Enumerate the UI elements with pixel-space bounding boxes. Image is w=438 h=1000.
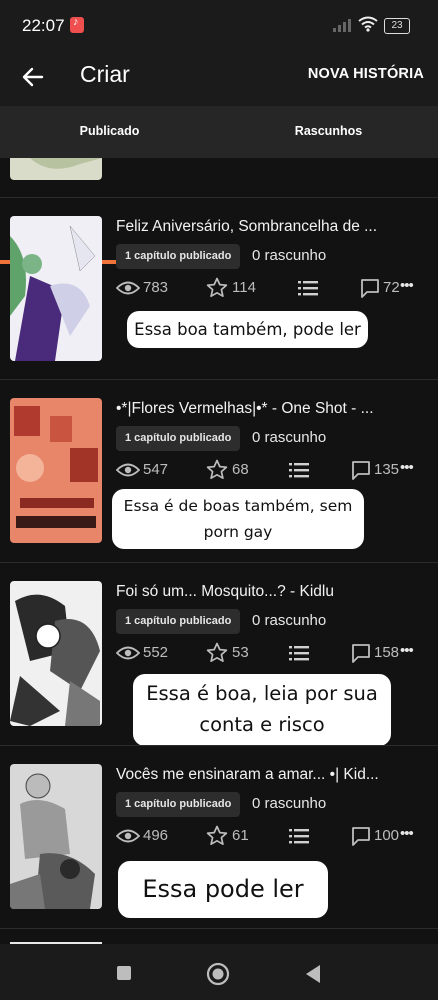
star-count: 61	[232, 827, 249, 844]
divider	[0, 928, 438, 929]
view-count: 496	[143, 827, 169, 844]
list-icon[interactable]	[298, 280, 318, 296]
star-count: 114	[232, 279, 256, 296]
nav-square-icon[interactable]	[116, 965, 132, 981]
list-icon[interactable]	[289, 645, 309, 661]
divider	[0, 562, 438, 563]
page-title: Criar	[80, 61, 130, 87]
comment-icon	[352, 461, 370, 480]
divider	[0, 379, 438, 380]
divider	[0, 197, 438, 198]
comment-count: 72	[383, 279, 400, 296]
more-icon[interactable]: •••	[400, 459, 414, 476]
draft-count: 0 rascunho	[252, 795, 327, 812]
eye-icon	[116, 646, 140, 660]
story-title[interactable]: Feliz Aniversário, Sombrancelha de ...	[116, 218, 401, 236]
published-badge: 1 capítulo publicado	[116, 792, 241, 817]
list-icon[interactable]	[289, 462, 309, 478]
comment-count: 158	[374, 644, 400, 661]
comment-icon	[361, 279, 379, 298]
list-icon[interactable]	[289, 828, 309, 844]
nav-home-icon[interactable]	[206, 962, 230, 986]
system-nav-bar	[0, 944, 438, 1000]
draft-count: 0 rascunho	[252, 247, 327, 264]
nav-back-icon[interactable]	[304, 964, 322, 984]
star-count: 68	[232, 461, 249, 478]
status-time: 22:07	[22, 16, 65, 35]
overlay-caption: Essa boa também, pode ler	[127, 311, 368, 348]
comment-icon	[352, 827, 370, 846]
battery-icon: 23	[384, 18, 410, 34]
star-icon	[206, 459, 228, 480]
music-app-icon	[70, 16, 84, 33]
overlay-caption: Essa pode ler	[118, 861, 328, 918]
story-cover[interactable]	[10, 398, 102, 543]
star-icon	[206, 277, 228, 298]
overlay-caption: Essa é boa, leia por sua conta e risco	[133, 674, 391, 746]
comment-count: 135	[374, 461, 400, 478]
story-title[interactable]: Vocês me ensinaram a amar... •| Kid...	[116, 766, 401, 784]
star-icon	[206, 642, 228, 663]
story-cover[interactable]	[10, 581, 102, 726]
eye-icon	[116, 463, 140, 477]
star-icon	[206, 825, 228, 846]
more-icon[interactable]: •••	[400, 825, 414, 842]
eye-icon	[116, 829, 140, 843]
draft-count: 0 rascunho	[252, 429, 327, 446]
wifi-icon	[358, 16, 378, 32]
more-icon[interactable]: •••	[400, 642, 414, 659]
view-count: 783	[143, 279, 169, 296]
tab-drafts[interactable]: Rascunhos	[219, 106, 438, 158]
draft-count: 0 rascunho	[252, 612, 327, 629]
overlay-caption: Essa é de boas também, sem porn gay	[112, 489, 364, 549]
eye-icon	[116, 281, 140, 295]
more-icon[interactable]: •••	[400, 277, 414, 294]
comment-count: 100	[374, 827, 400, 844]
divider	[0, 745, 438, 746]
signal-icon	[333, 19, 351, 32]
app-header: Criar NOVA HISTÓRIA	[0, 52, 438, 106]
view-count: 552	[143, 644, 169, 661]
status-bar: 22:07 23	[0, 0, 438, 52]
star-count: 53	[232, 644, 249, 661]
tab-bar: Publicado Rascunhos	[0, 106, 438, 264]
story-title[interactable]: •*|Flores Vermelhas|•* - One Shot - ...	[116, 400, 401, 418]
story-cover[interactable]	[10, 216, 102, 361]
comment-icon	[352, 644, 370, 663]
story-cover[interactable]	[10, 764, 102, 909]
story-cover-partial[interactable]	[10, 158, 102, 180]
published-badge: 1 capítulo publicado	[116, 426, 241, 451]
published-badge: 1 capítulo publicado	[116, 244, 241, 269]
published-badge: 1 capítulo publicado	[116, 609, 241, 634]
view-count: 547	[143, 461, 169, 478]
back-arrow-icon[interactable]	[20, 64, 46, 90]
story-title[interactable]: Foi só um... Mosquito...? - Kidlu	[116, 583, 401, 601]
tab-published[interactable]: Publicado	[0, 106, 219, 158]
new-story-button[interactable]: NOVA HISTÓRIA	[308, 66, 424, 82]
